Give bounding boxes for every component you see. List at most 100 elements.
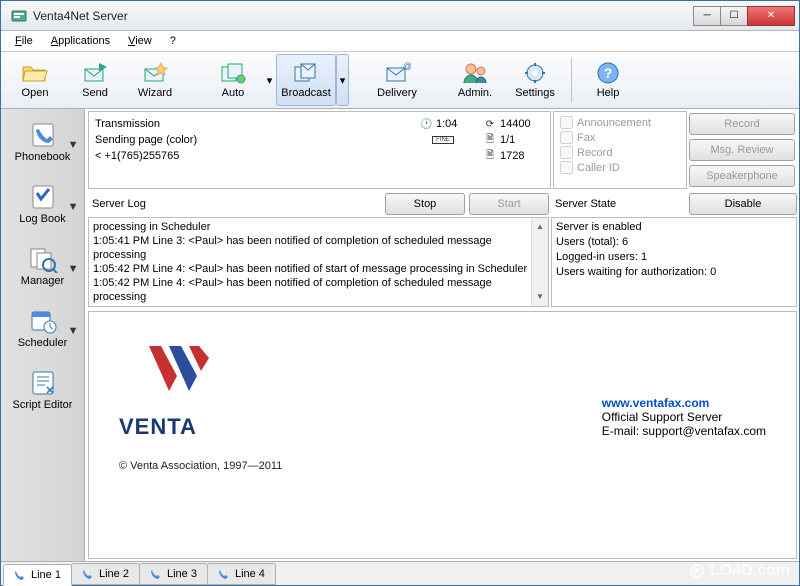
upper-row: Transmission 🕐 1:04 ⟳ 14400 Sending page… — [86, 109, 799, 191]
transmission-panel: Transmission 🕐 1:04 ⟳ 14400 Sending page… — [88, 111, 551, 189]
menu-file[interactable]: File — [7, 33, 41, 49]
auto-button[interactable]: Auto — [203, 54, 263, 106]
close-button[interactable]: ✕ — [747, 6, 795, 26]
state-line: Users waiting for authorization: 0 — [556, 265, 792, 280]
trans-speed: 14400 — [500, 118, 544, 130]
quality-icon: FINE — [432, 136, 454, 144]
window-controls: ─ ☐ ✕ — [694, 6, 795, 26]
log-line: 1:05:42 PM Line 4: <Paul> has been notif… — [93, 276, 544, 304]
auto-dropdown[interactable]: ▾ — [263, 54, 276, 106]
menu-help[interactable]: ? — [162, 33, 184, 49]
body-area: Phonebook ▼ Log Book ▼ Manager ▼ Schedul… — [1, 109, 799, 561]
settings-button[interactable]: Settings — [505, 54, 565, 106]
state-line: Users (total): 6 — [556, 235, 792, 250]
tab-line4[interactable]: Line 4 — [207, 563, 276, 585]
send-icon — [81, 61, 109, 85]
transmission-number: < +1(765)255765 — [95, 150, 416, 162]
title-bar: Venta4Net Server ─ ☐ ✕ — [1, 1, 799, 31]
delivery-button[interactable]: @ Delivery — [367, 54, 427, 106]
scheduler-icon — [27, 307, 59, 335]
sidebar: Phonebook ▼ Log Book ▼ Manager ▼ Schedul… — [1, 109, 85, 561]
opt-callerid[interactable]: Caller ID — [560, 161, 680, 174]
toolbar: Open Send Wizard Auto ▾ Broadcast ▾ @ De… — [1, 51, 799, 109]
phone-icon — [14, 569, 26, 581]
server-log[interactable]: processing in Scheduler 1:05:41 PM Line … — [88, 217, 549, 307]
chevron-down-icon[interactable]: ▼ — [66, 325, 81, 337]
sidebar-phonebook[interactable]: Phonebook ▼ — [3, 111, 83, 173]
delivery-icon: @ — [383, 61, 411, 85]
tab-line2[interactable]: Line 2 — [71, 563, 140, 585]
website-link[interactable]: www.ventafax.com — [602, 396, 766, 410]
log-column: Server Log Stop Start processing in Sche… — [88, 191, 549, 307]
app-window: Venta4Net Server ─ ☐ ✕ File Applications… — [0, 0, 800, 586]
wizard-button[interactable]: Wizard — [125, 54, 185, 106]
brand-text: VENTA — [119, 414, 282, 440]
settings-icon — [521, 61, 549, 85]
chevron-down-icon[interactable]: ▼ — [66, 201, 81, 213]
opt-fax[interactable]: Fax — [560, 131, 680, 144]
mid-row: Server Log Stop Start processing in Sche… — [86, 191, 799, 309]
sidebar-logbook[interactable]: Log Book ▼ — [3, 173, 83, 235]
pages-icon: 🗎 — [484, 132, 496, 149]
chevron-down-icon[interactable]: ▼ — [66, 263, 81, 275]
copyright-text: © Venta Association, 1997—2011 — [119, 460, 282, 472]
state-line: Logged-in users: 1 — [556, 250, 792, 265]
main-panel: Transmission 🕐 1:04 ⟳ 14400 Sending page… — [85, 109, 799, 561]
log-line: 1:05:42 PM Line 4: <Paul> has been notif… — [93, 262, 544, 276]
sidebar-scheduler[interactable]: Scheduler ▼ — [3, 297, 83, 359]
server-state: Server is enabled Users (total): 6 Logge… — [551, 217, 797, 307]
transmission-sending: Sending page (color) — [95, 134, 428, 146]
auto-icon — [219, 61, 247, 85]
support-text: Official Support Server — [602, 410, 766, 424]
trans-pages: 1/1 — [500, 134, 544, 146]
venta-logo-icon — [119, 336, 239, 406]
log-line: 1:05:41 PM Line 3: <Paul> has been notif… — [93, 234, 544, 262]
start-button[interactable]: Start — [469, 193, 549, 215]
help-button[interactable]: ? Help — [578, 54, 638, 106]
phonebook-icon — [27, 121, 59, 149]
open-button[interactable]: Open — [5, 54, 65, 106]
menu-view[interactable]: View — [120, 33, 160, 49]
support-email: E-mail: support@ventafax.com — [602, 424, 766, 438]
phone-icon — [150, 568, 162, 580]
sidebar-scripteditor[interactable]: Script Editor — [3, 359, 83, 421]
msgreview-button[interactable]: Msg. Review — [689, 139, 795, 161]
opt-record[interactable]: Record — [560, 146, 680, 159]
sidebar-manager[interactable]: Manager ▼ — [3, 235, 83, 297]
preview-info: www.ventafax.com Official Support Server… — [602, 396, 766, 438]
folder-open-icon — [21, 61, 49, 85]
broadcast-button[interactable]: Broadcast — [276, 54, 336, 106]
speed-icon: ⟳ — [484, 119, 496, 130]
chevron-down-icon[interactable]: ▼ — [66, 139, 81, 151]
tab-line1[interactable]: Line 1 — [3, 564, 72, 586]
minimize-button[interactable]: ─ — [693, 6, 721, 26]
help-icon: ? — [594, 61, 622, 85]
state-line: Server is enabled — [556, 220, 792, 235]
scrollbar[interactable]: ▲▼ — [531, 218, 548, 306]
admin-icon — [461, 61, 489, 85]
menu-applications[interactable]: Applications — [43, 33, 118, 49]
admin-button[interactable]: Admin. — [445, 54, 505, 106]
logbook-icon — [27, 183, 59, 211]
log-line: processing in Scheduler — [93, 220, 544, 234]
send-button[interactable]: Send — [65, 54, 125, 106]
app-icon — [11, 8, 27, 24]
bytes-icon: 🗎 — [484, 148, 496, 165]
svg-text:@: @ — [403, 61, 411, 71]
maximize-button[interactable]: ☐ — [720, 6, 748, 26]
broadcast-icon — [292, 61, 320, 85]
state-column: Server State Disable Server is enabled U… — [551, 191, 797, 307]
opt-announcement[interactable]: Announcement — [560, 116, 680, 129]
tab-line3[interactable]: Line 3 — [139, 563, 208, 585]
title-text: Venta4Net Server — [33, 9, 694, 23]
server-log-label: Server Log — [88, 198, 381, 210]
speakerphone-button[interactable]: Speakerphone — [689, 165, 795, 187]
disable-button[interactable]: Disable — [689, 193, 797, 215]
record-button[interactable]: Record — [689, 113, 795, 135]
broadcast-dropdown[interactable]: ▾ — [336, 54, 349, 106]
transmission-title: Transmission — [95, 118, 416, 130]
fax-preview: VENTA © Venta Association, 1997—2011 www… — [88, 311, 797, 559]
wizard-icon — [141, 61, 169, 85]
clock-icon: 🕐 — [420, 119, 432, 130]
stop-button[interactable]: Stop — [385, 193, 465, 215]
